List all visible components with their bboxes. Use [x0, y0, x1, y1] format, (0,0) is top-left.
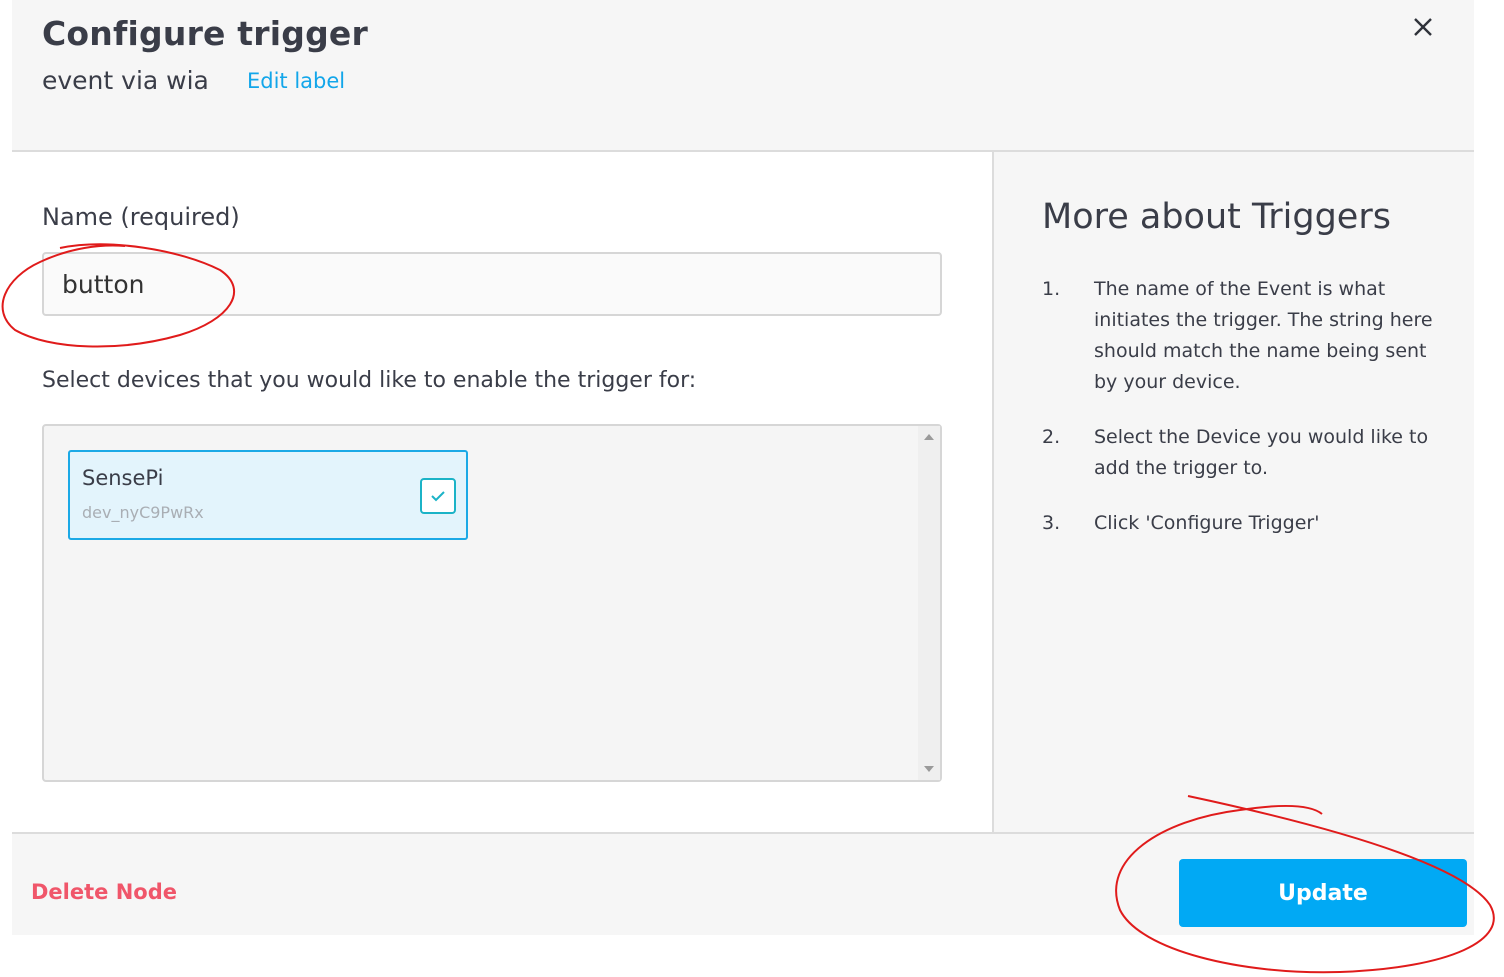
close-icon[interactable] — [1410, 14, 1436, 40]
step-text: The name of the Event is what initiates … — [1094, 278, 1433, 393]
devices-label: Select devices that you would like to en… — [42, 368, 697, 393]
name-input[interactable] — [42, 252, 942, 316]
trigger-form: Name (required) Select devices that you … — [12, 152, 992, 832]
configure-trigger-modal: Configure trigger event via wia Edit lab… — [12, 0, 1474, 935]
device-list-scrollbar[interactable] — [918, 426, 940, 780]
delete-node-button[interactable]: Delete Node — [31, 880, 177, 904]
device-id: dev_nyC9PwRx — [82, 503, 204, 522]
update-button[interactable]: Update — [1179, 859, 1467, 927]
device-card[interactable]: SensePi dev_nyC9PwRx — [68, 450, 468, 540]
device-name: SensePi — [82, 466, 164, 490]
edit-label-link[interactable]: Edit label — [247, 69, 345, 93]
info-steps: 1. The name of the Event is what initiat… — [1042, 274, 1452, 563]
step-number: 3. — [1042, 512, 1061, 534]
info-step: 1. The name of the Event is what initiat… — [1042, 274, 1452, 398]
device-checkbox[interactable] — [420, 478, 456, 514]
modal-footer: Delete Node Update — [12, 832, 1474, 935]
info-panel: More about Triggers 1. The name of the E… — [994, 152, 1474, 832]
step-number: 1. — [1042, 278, 1061, 300]
name-field-label: Name (required) — [42, 203, 240, 231]
info-step: 2. Select the Device you would like to a… — [1042, 422, 1452, 484]
step-text: Click 'Configure Trigger' — [1094, 512, 1320, 534]
device-list[interactable]: SensePi dev_nyC9PwRx — [42, 424, 942, 782]
modal-title: Configure trigger — [42, 14, 368, 53]
scroll-up-arrow-icon[interactable] — [924, 434, 934, 440]
info-step: 3. Click 'Configure Trigger' — [1042, 508, 1452, 539]
modal-header: Configure trigger event via wia Edit lab… — [12, 0, 1474, 152]
info-title: More about Triggers — [1042, 197, 1391, 237]
step-number: 2. — [1042, 426, 1061, 448]
node-subtitle: event via wia — [42, 66, 209, 95]
step-text: Select the Device you would like to add … — [1094, 426, 1429, 479]
checkmark-icon — [431, 491, 445, 502]
scroll-down-arrow-icon[interactable] — [924, 766, 934, 772]
